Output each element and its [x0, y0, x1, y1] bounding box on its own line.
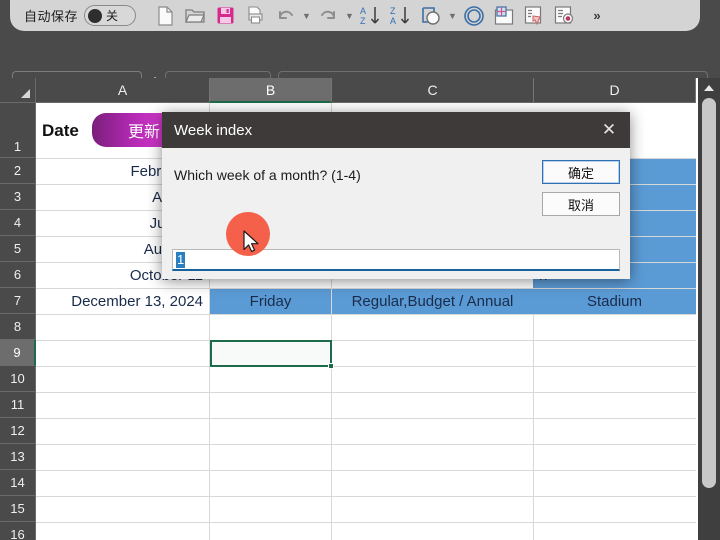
scrollbar-thumb[interactable]: [702, 98, 716, 488]
week-index-dialog: Week index ✕ Which week of a month? (1-4…: [162, 112, 630, 279]
fill-handle[interactable]: [328, 363, 334, 369]
excel-window: 自动保存 关 ▼ ▼ A Z Z A ▼ » A B C D 1 2 3 4 5…: [0, 0, 720, 540]
sort-descending-icon[interactable]: ZA: [386, 3, 416, 29]
sort-ascending-icon[interactable]: AZ: [356, 3, 386, 29]
print-preview-icon[interactable]: [240, 3, 270, 29]
row-header-15[interactable]: 15: [0, 496, 36, 522]
active-cell-selection[interactable]: [210, 340, 332, 367]
scroll-up-icon[interactable]: [701, 80, 717, 96]
redo-icon[interactable]: [313, 3, 343, 29]
gridline-row15: [36, 522, 696, 523]
row-header-16[interactable]: 16: [0, 522, 36, 540]
select-all-triangle-icon: [21, 89, 30, 98]
quick-access-toolbar: 自动保存 关 ▼ ▼ A Z Z A ▼ »: [0, 0, 720, 33]
dialog-body: Which week of a month? (1-4) 确定 取消 1: [162, 148, 630, 279]
undo-chevron-down-icon[interactable]: ▼: [300, 3, 313, 29]
gridline-row12: [36, 444, 696, 445]
row-header-10[interactable]: 10: [0, 366, 36, 392]
toggle-knob: [88, 8, 103, 23]
redo-chevron-down-icon[interactable]: ▼: [343, 3, 356, 29]
gridline-row9: [36, 366, 696, 367]
svg-text:Z: Z: [390, 6, 396, 16]
gridline-row8: [36, 340, 696, 341]
mouse-cursor-icon: [243, 230, 263, 261]
toolbar-pill: 自动保存 关 ▼ ▼ A Z Z A ▼ »: [10, 0, 700, 31]
filter-chevron-down-icon[interactable]: ▼: [446, 3, 459, 29]
row-header-12[interactable]: 12: [0, 418, 36, 444]
circle-icon[interactable]: [459, 3, 489, 29]
row-header-11[interactable]: 11: [0, 392, 36, 418]
ok-button[interactable]: 确定: [542, 160, 620, 184]
row-header-1[interactable]: 1: [0, 103, 36, 158]
cell-b7[interactable]: Friday: [210, 289, 331, 314]
row-header-5[interactable]: 5: [0, 236, 36, 262]
column-header-d[interactable]: D: [534, 78, 696, 103]
row-header-4[interactable]: 4: [0, 210, 36, 236]
cell-c7[interactable]: Regular,Budget / Annual: [332, 289, 533, 314]
column-header-a[interactable]: A: [36, 78, 210, 103]
dialog-title-bar: Week index ✕: [162, 112, 630, 148]
undo-icon[interactable]: [270, 3, 300, 29]
cell-a7[interactable]: December 13, 2024: [36, 289, 209, 314]
gridline-row7: [36, 314, 696, 315]
dialog-title: Week index: [174, 121, 253, 139]
autosave-switch[interactable]: 关: [84, 5, 137, 26]
gridline-row10: [36, 392, 696, 393]
vertical-scrollbar[interactable]: [698, 78, 720, 540]
close-icon[interactable]: ✕: [588, 112, 630, 148]
record-icon[interactable]: [549, 3, 579, 29]
scroll-up-triangle-icon: [704, 85, 714, 91]
save-icon[interactable]: [210, 3, 240, 29]
row-header-2[interactable]: 2: [0, 158, 36, 184]
filter-icon[interactable]: [416, 3, 446, 29]
autosave-label: 自动保存: [24, 9, 79, 24]
column-header-b[interactable]: B: [210, 78, 332, 103]
cell-d7[interactable]: Stadium: [533, 289, 696, 314]
gridline-row13: [36, 470, 696, 471]
column-header-c[interactable]: C: [332, 78, 534, 103]
svg-text:A: A: [360, 6, 366, 16]
autosave-state-label: 关: [106, 9, 119, 23]
dialog-prompt: Which week of a month? (1-4): [174, 167, 361, 183]
form-icon[interactable]: [519, 3, 549, 29]
new-file-icon[interactable]: [150, 3, 180, 29]
row-header-3[interactable]: 3: [0, 184, 36, 210]
svg-text:Z: Z: [360, 16, 366, 26]
row-header-14[interactable]: 14: [0, 470, 36, 496]
row-header-8[interactable]: 8: [0, 314, 36, 340]
gridline-row14: [36, 496, 696, 497]
toolbar-overflow-icon[interactable]: »: [585, 3, 609, 29]
formula-bar: B9 ▼ ✕ ✓ fx ▼ ▼: [0, 33, 720, 99]
row-header-7[interactable]: 7: [0, 288, 36, 314]
row-header-6[interactable]: 6: [0, 262, 36, 288]
gift-box-icon[interactable]: [489, 3, 519, 29]
autosave-toggle[interactable]: 自动保存 关: [24, 5, 137, 26]
svg-text:A: A: [390, 16, 396, 26]
select-all-corner[interactable]: [0, 78, 36, 103]
cancel-button[interactable]: 取消: [542, 192, 620, 216]
open-folder-icon[interactable]: [180, 3, 210, 29]
row-header-9[interactable]: 9: [0, 340, 36, 366]
gridline-row11: [36, 418, 696, 419]
week-index-input-value: 1: [176, 251, 186, 268]
row-header-13[interactable]: 13: [0, 444, 36, 470]
